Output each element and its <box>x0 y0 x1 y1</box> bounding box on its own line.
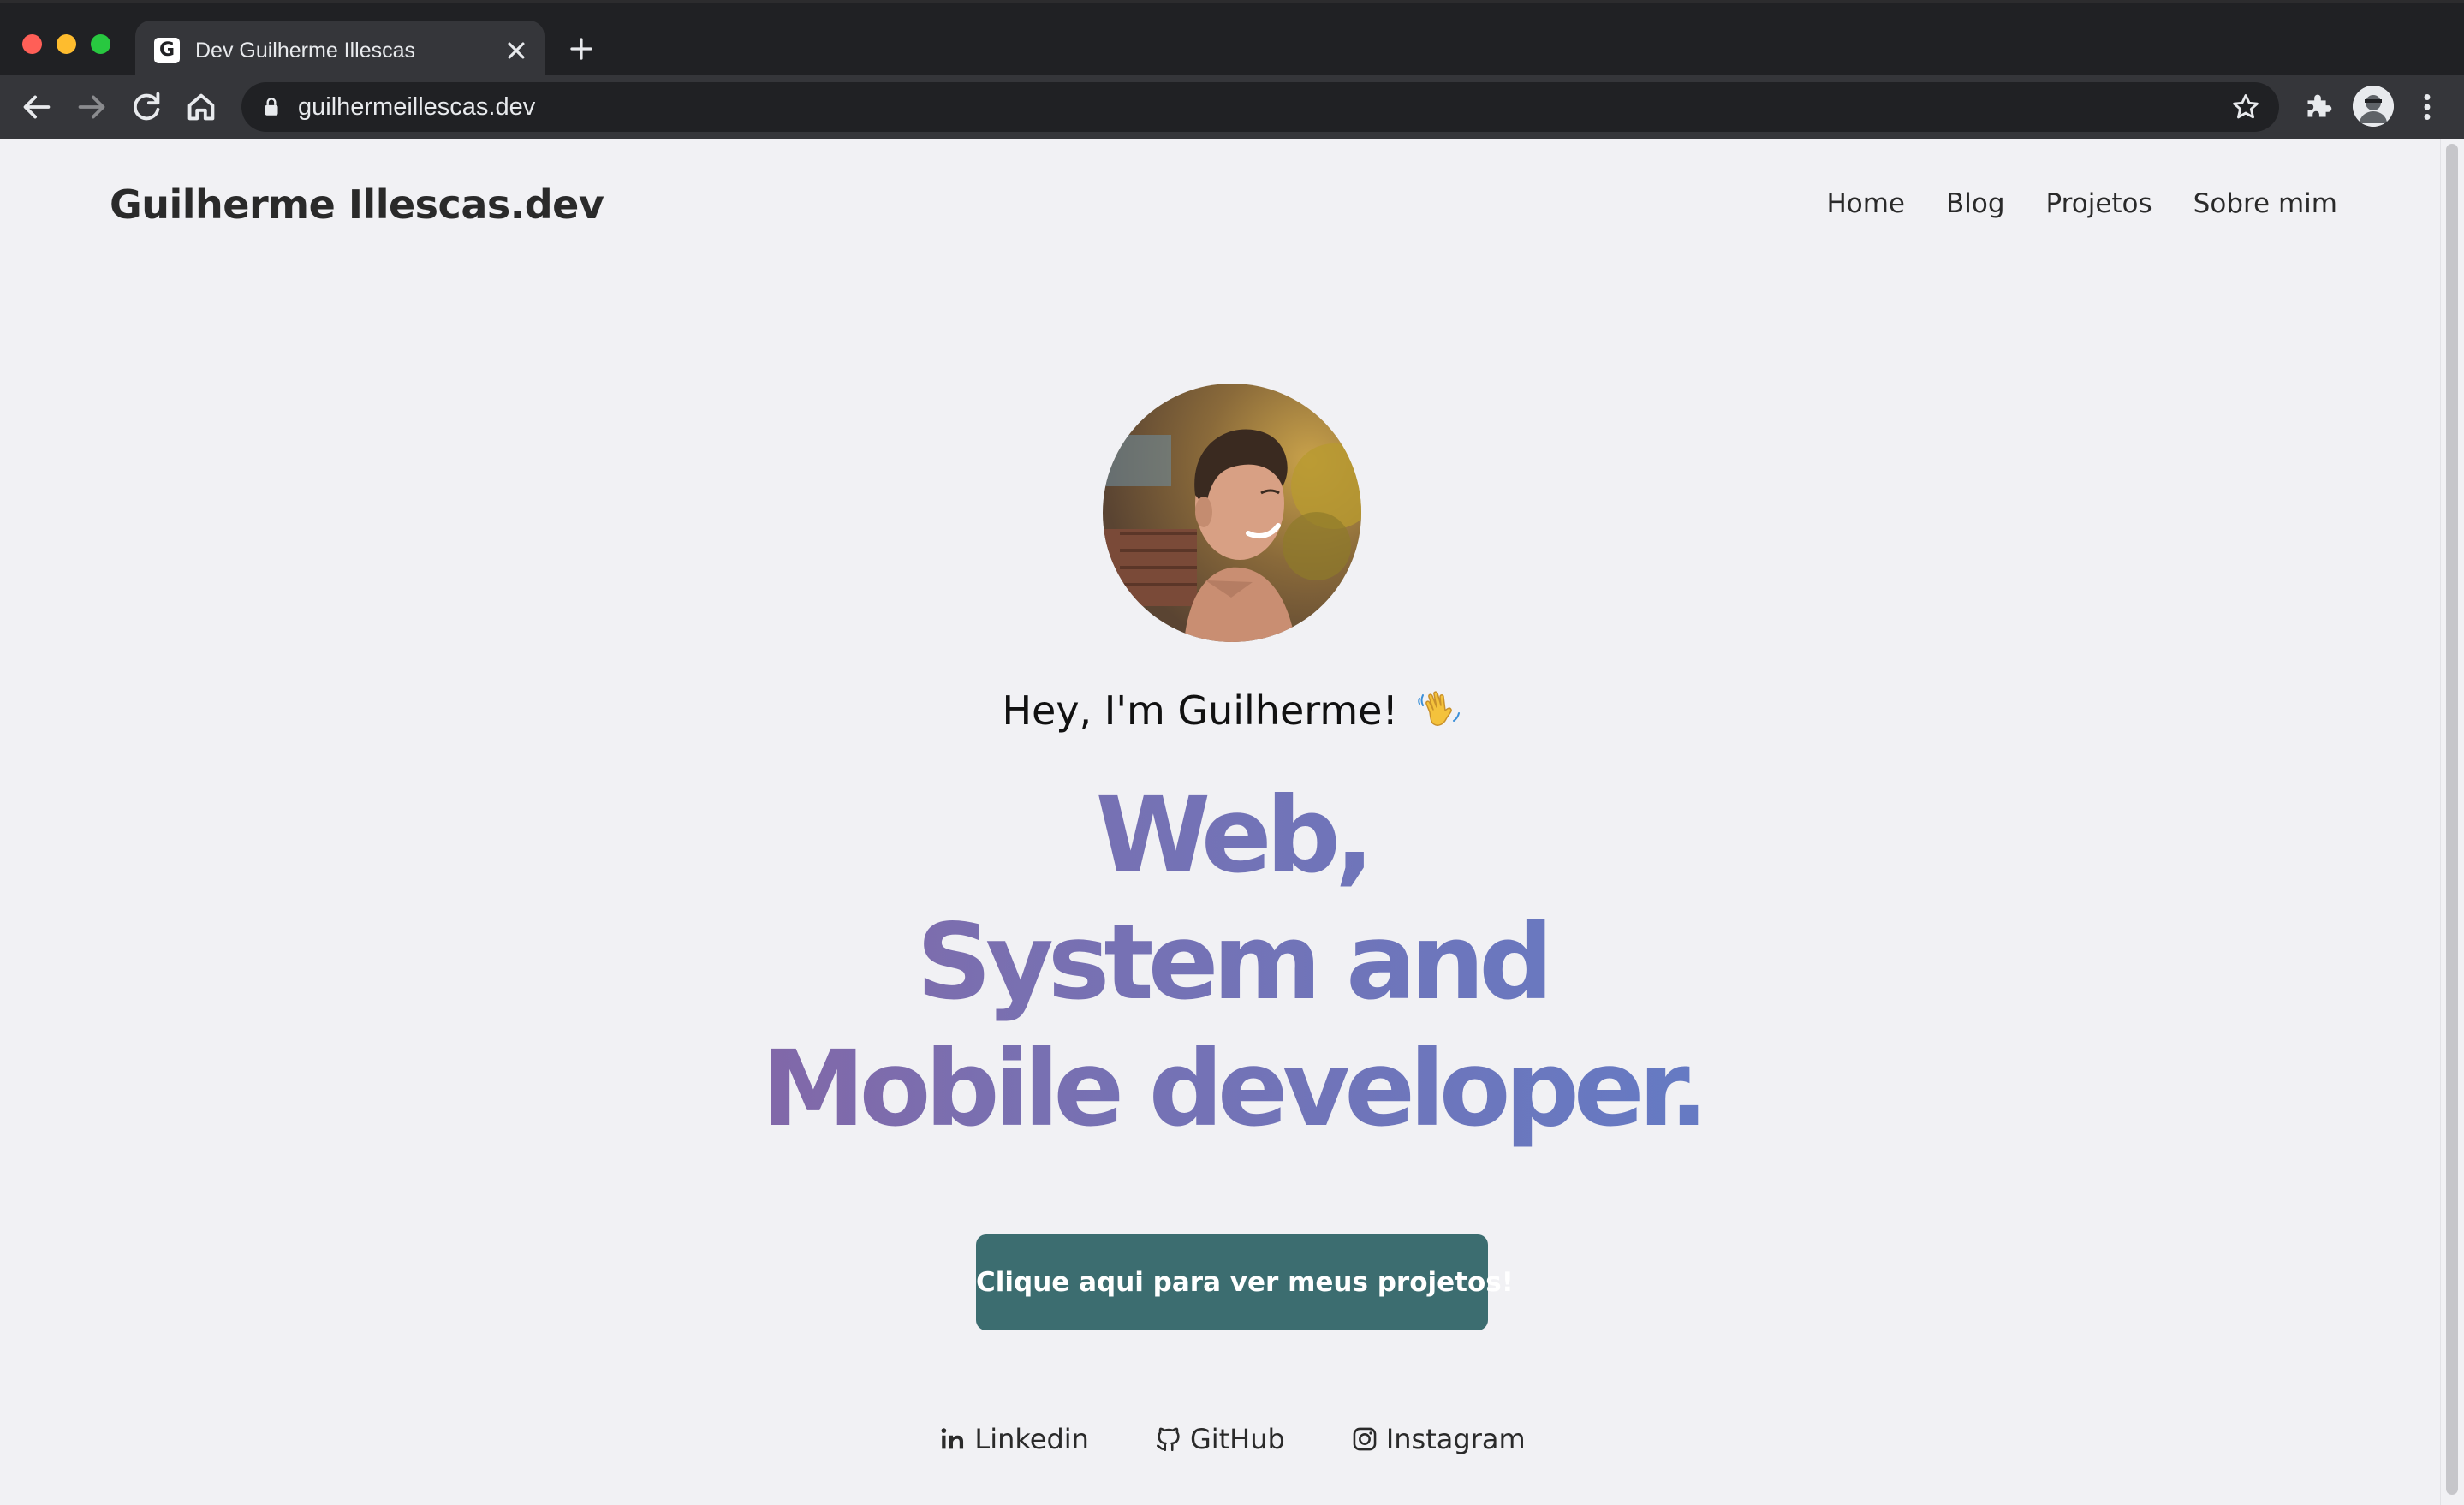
site-brand[interactable]: Guilherme Illescas.dev <box>110 181 604 228</box>
kebab-menu-icon[interactable] <box>2407 87 2447 127</box>
headline-line-1: Web, <box>0 772 2464 899</box>
social-label: Linkedin <box>974 1423 1089 1455</box>
instagram-icon <box>1350 1425 1379 1454</box>
back-arrow-icon[interactable] <box>17 87 57 127</box>
hero-headline: Web, System and Mobile developer. <box>0 772 2464 1152</box>
reload-icon[interactable] <box>127 87 166 127</box>
star-icon[interactable] <box>2229 91 2262 123</box>
profile-avatar-icon[interactable] <box>2353 86 2394 127</box>
linkedin-icon <box>938 1425 967 1454</box>
browser-tab-strip: G Dev Guilherme Illescas <box>0 0 2464 80</box>
page-scrollbar[interactable] <box>2440 139 2464 1505</box>
scrollbar-thumb[interactable] <box>2446 144 2458 1495</box>
social-links: Linkedin GitHub Instagram <box>0 1423 2464 1455</box>
profile-photo <box>1103 384 1361 642</box>
social-label: GitHub <box>1189 1423 1285 1455</box>
address-bar[interactable]: guilhermeillescas.dev <box>241 82 2279 132</box>
puzzle-icon[interactable] <box>2298 87 2337 127</box>
hero-greeting: Hey, I'm Guilherme! <box>0 687 2464 734</box>
browser-tab[interactable]: G Dev Guilherme Illescas <box>135 21 545 80</box>
window-minimize-button[interactable] <box>57 34 76 54</box>
window-maximize-button[interactable] <box>91 34 110 54</box>
tab-favicon: G <box>154 38 180 63</box>
browser-toolbar: guilhermeillescas.dev <box>0 75 2464 139</box>
close-icon[interactable] <box>500 34 533 67</box>
home-icon[interactable] <box>182 87 221 127</box>
social-link-instagram[interactable]: Instagram <box>1350 1423 1526 1455</box>
nav-link-home[interactable]: Home <box>1826 188 1905 219</box>
greeting-text: Hey, I'm Guilherme! <box>1002 687 1398 734</box>
nav-link-sobre-mim[interactable]: Sobre mim <box>2193 188 2337 219</box>
lock-icon[interactable] <box>260 95 283 119</box>
url-text: guilhermeillescas.dev <box>298 93 536 121</box>
waving-hand-icon <box>1417 687 1462 731</box>
nav-link-projetos[interactable]: Projetos <box>2046 188 2152 219</box>
nav-link-blog[interactable]: Blog <box>1946 188 2005 219</box>
projects-cta-button[interactable]: Clique aqui para ver meus projetos! <box>976 1234 1514 1330</box>
github-icon <box>1154 1425 1183 1454</box>
headline-line-3: Mobile developer. <box>0 1026 2464 1152</box>
forward-arrow-icon[interactable] <box>72 87 111 127</box>
headline-line-2: System and <box>0 899 2464 1026</box>
social-label: Instagram <box>1385 1423 1526 1455</box>
social-link-linkedin[interactable]: Linkedin <box>938 1423 1089 1455</box>
social-link-github[interactable]: GitHub <box>1154 1423 1285 1455</box>
web-page: Guilherme Illescas.dev Home Blog Projeto… <box>0 139 2440 1505</box>
tab-title: Dev Guilherme Illescas <box>195 39 416 62</box>
site-nav: Home Blog Projetos Sobre mim <box>1826 188 2337 219</box>
plus-icon[interactable] <box>565 33 598 65</box>
window-close-button[interactable] <box>22 34 42 54</box>
